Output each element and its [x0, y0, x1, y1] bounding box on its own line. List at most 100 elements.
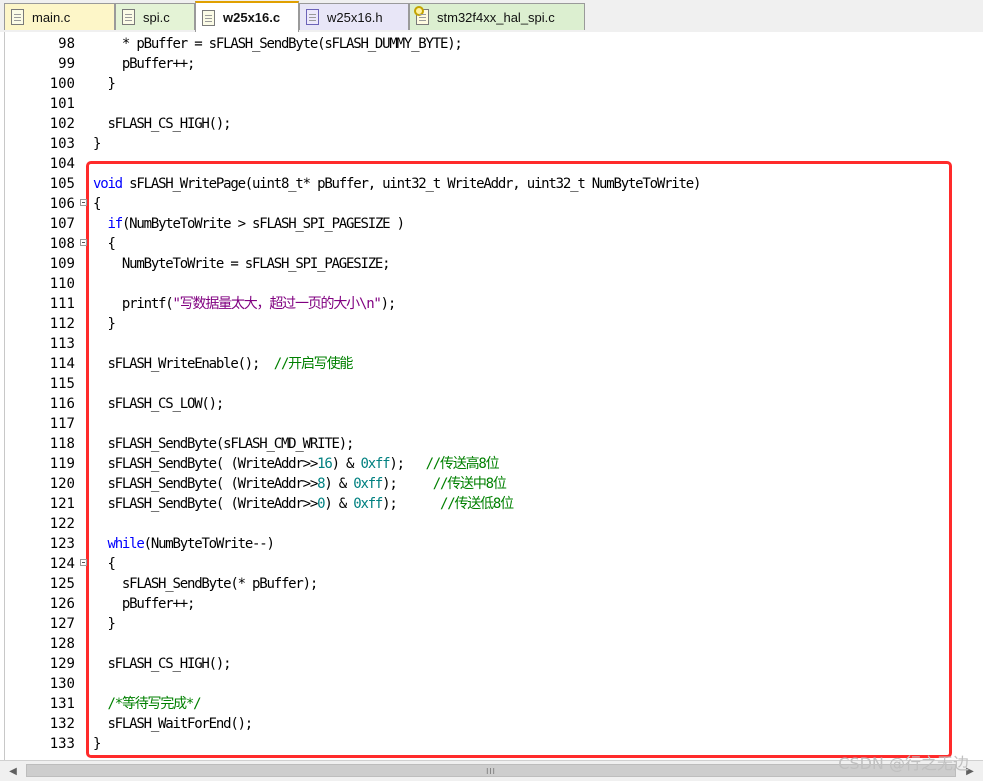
code-text: printf("写数据量太大，超过一页的大小\n");	[93, 294, 397, 314]
c-file-icon	[11, 9, 24, 25]
code-text: }	[93, 314, 115, 334]
code-text: sFLASH_WriteEnable(); //开启写使能	[93, 354, 353, 374]
line-number: 110	[49, 276, 75, 292]
code-line: 122	[0, 514, 983, 534]
line-number: 119	[49, 456, 75, 472]
code-line: 125 sFLASH_SendByte(* pBuffer);	[0, 574, 983, 594]
code-line: 132 sFLASH_WaitForEnd();	[0, 714, 983, 734]
line-number: 132	[49, 716, 75, 732]
token-kw: if	[107, 216, 123, 232]
line-number: 117	[49, 416, 75, 432]
line-number: 111	[49, 296, 75, 312]
code-line: 113	[0, 334, 983, 354]
fold-toggle-icon[interactable]	[80, 199, 87, 206]
line-number: 129	[49, 656, 75, 672]
code-line: 116 sFLASH_CS_LOW();	[0, 394, 983, 414]
line-number: 105	[49, 176, 75, 192]
tab-main-c[interactable]: main.c	[4, 3, 115, 30]
token: }	[93, 76, 115, 92]
line-number: 102	[49, 116, 75, 132]
tab-spi-c[interactable]: spi.c	[115, 3, 195, 30]
tab-stm32f4xx-hal-spi-c[interactable]: stm32f4xx_hal_spi.c	[409, 3, 585, 30]
line-number: 103	[49, 136, 75, 152]
fold-toggle-icon[interactable]	[80, 559, 87, 566]
code-text: pBuffer++;	[93, 594, 195, 614]
line-number: 126	[49, 596, 75, 612]
token: sFLASH_WaitForEnd();	[93, 716, 253, 732]
code-text: /*等待写完成*/	[93, 694, 201, 714]
scroll-left-arrow-icon[interactable]: ◀	[6, 764, 20, 778]
code-text: }	[93, 74, 115, 94]
code-line: 111 printf("写数据量太大，超过一页的大小\n");	[0, 294, 983, 314]
line-number: 122	[49, 516, 75, 532]
code-line: 112 }	[0, 314, 983, 334]
code-text: }	[93, 614, 115, 634]
code-line: 123 while(NumByteToWrite--)	[0, 534, 983, 554]
line-number: 127	[49, 616, 75, 632]
fold-toggle-icon[interactable]	[80, 239, 87, 246]
code-text: sFLASH_CS_LOW();	[93, 394, 224, 414]
token: }	[93, 316, 115, 332]
line-number: 107	[49, 216, 75, 232]
code-line: 108 {	[0, 234, 983, 254]
token: );	[382, 496, 441, 512]
scrollbar-thumb[interactable]: III	[26, 764, 956, 777]
tab-w25x16-h[interactable]: w25x16.h	[299, 3, 409, 30]
horizontal-scrollbar[interactable]: ◀ III ▶	[0, 760, 983, 781]
code-text: while(NumByteToWrite--)	[93, 534, 274, 554]
code-line: 109 NumByteToWrite = sFLASH_SPI_PAGESIZE…	[0, 254, 983, 274]
token: (NumByteToWrite > sFLASH_SPI_PAGESIZE )	[121, 216, 405, 232]
token-cmt: //传送低8位	[440, 496, 514, 512]
line-number: 133	[49, 736, 75, 752]
line-number: 120	[49, 476, 75, 492]
code-text: sFLASH_SendByte(* pBuffer);	[93, 574, 318, 594]
tab-w25x16-c[interactable]: w25x16.c	[195, 1, 299, 32]
code-text: void sFLASH_WritePage(uint8_t* pBuffer, …	[93, 174, 701, 194]
code-text: }	[93, 134, 101, 154]
code-editor[interactable]: 98 * pBuffer = sFLASH_SendByte(sFLASH_DU…	[0, 32, 983, 760]
token: (NumByteToWrite--)	[143, 536, 275, 552]
line-number: 115	[49, 376, 75, 392]
line-number: 128	[49, 636, 75, 652]
token-cmt: //传送高8位	[425, 456, 500, 472]
code-line: 104	[0, 154, 983, 174]
code-text: {	[93, 554, 115, 574]
code-line: 114 sFLASH_WriteEnable(); //开启写使能	[0, 354, 983, 374]
code-line: 110	[0, 274, 983, 294]
code-line: 124 {	[0, 554, 983, 574]
code-line: 126 pBuffer++;	[0, 594, 983, 614]
code-line: 118 sFLASH_SendByte(sFLASH_CMD_WRITE);	[0, 434, 983, 454]
code-line: 129 sFLASH_CS_HIGH();	[0, 654, 983, 674]
token-cmt: //传送中8位	[432, 476, 507, 492]
line-number: 125	[49, 576, 75, 592]
code-line: 133}	[0, 734, 983, 754]
token-num: 0xff	[353, 496, 383, 512]
line-number: 101	[49, 96, 75, 112]
token: sFLASH_CS_HIGH();	[93, 656, 231, 672]
h-file-icon	[306, 9, 319, 25]
code-line: 120 sFLASH_SendByte( (WriteAddr>>8) & 0x…	[0, 474, 983, 494]
tab-label: w25x16.h	[327, 9, 383, 25]
line-number: 104	[49, 156, 75, 172]
tab-label: main.c	[32, 9, 71, 25]
tab-label: stm32f4xx_hal_spi.c	[437, 9, 555, 25]
token: );	[380, 296, 397, 312]
token: {	[93, 196, 101, 212]
token: sFLASH_SendByte(sFLASH_CMD_WRITE);	[93, 436, 354, 452]
token: sFLASH_WritePage(uint8_t* pBuffer, uint3…	[121, 176, 701, 192]
token: sFLASH_CS_HIGH();	[93, 116, 231, 132]
code-line: 106 {	[0, 194, 983, 214]
tab-label: spi.c	[143, 9, 170, 25]
token: NumByteToWrite = sFLASH_SPI_PAGESIZE;	[93, 256, 391, 272]
c-file-icon	[122, 9, 135, 25]
line-number: 99	[58, 56, 75, 72]
code-line: 115	[0, 374, 983, 394]
token: );	[389, 456, 426, 472]
token: sFLASH_SendByte(* pBuffer);	[93, 576, 318, 592]
code-line: 131 /*等待写完成*/	[0, 694, 983, 714]
line-number: 106	[49, 196, 75, 212]
code-line: 121 sFLASH_SendByte( (WriteAddr>>0) & 0x…	[0, 494, 983, 514]
code-text: sFLASH_CS_HIGH();	[93, 654, 231, 674]
